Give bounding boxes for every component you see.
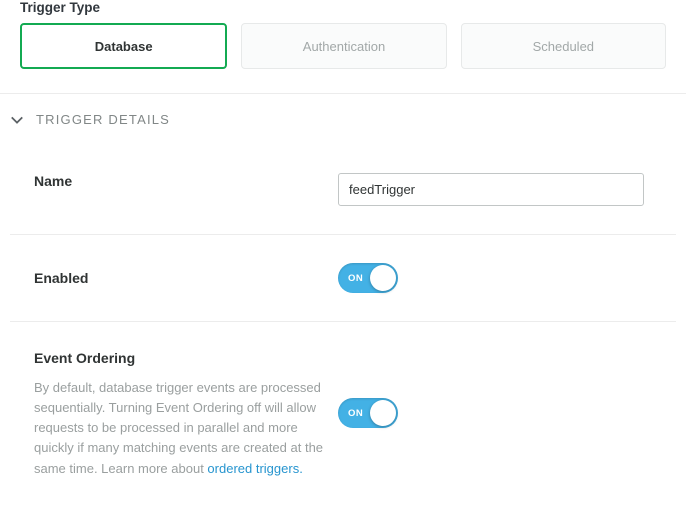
tab-database[interactable]: Database	[20, 23, 227, 69]
name-label: Name	[34, 173, 338, 189]
name-input[interactable]	[338, 173, 644, 206]
event-ordering-help: By default, database trigger events are …	[34, 378, 324, 479]
chevron-down-icon	[10, 113, 24, 127]
tab-scheduled[interactable]: Scheduled	[461, 23, 666, 69]
toggle-knob	[370, 400, 396, 426]
section-title: TRIGGER DETAILS	[36, 112, 170, 127]
trigger-type-tabs: Database Authentication Scheduled	[20, 23, 666, 69]
event-ordering-toggle[interactable]: ON	[338, 398, 398, 428]
row-event-ordering: Event Ordering By default, database trig…	[10, 322, 676, 507]
event-ordering-toggle-text: ON	[348, 408, 363, 419]
row-enabled: Enabled ON	[10, 235, 676, 322]
trigger-type-label: Trigger Type	[20, 0, 666, 15]
enabled-label: Enabled	[34, 270, 338, 286]
row-name: Name	[10, 145, 676, 235]
toggle-knob	[370, 265, 396, 291]
enabled-toggle[interactable]: ON	[338, 263, 398, 293]
trigger-details-header[interactable]: TRIGGER DETAILS	[0, 94, 686, 145]
event-ordering-label: Event Ordering	[34, 350, 338, 366]
ordered-triggers-link[interactable]: ordered triggers.	[207, 461, 302, 476]
tab-authentication[interactable]: Authentication	[241, 23, 446, 69]
enabled-toggle-text: ON	[348, 273, 363, 284]
